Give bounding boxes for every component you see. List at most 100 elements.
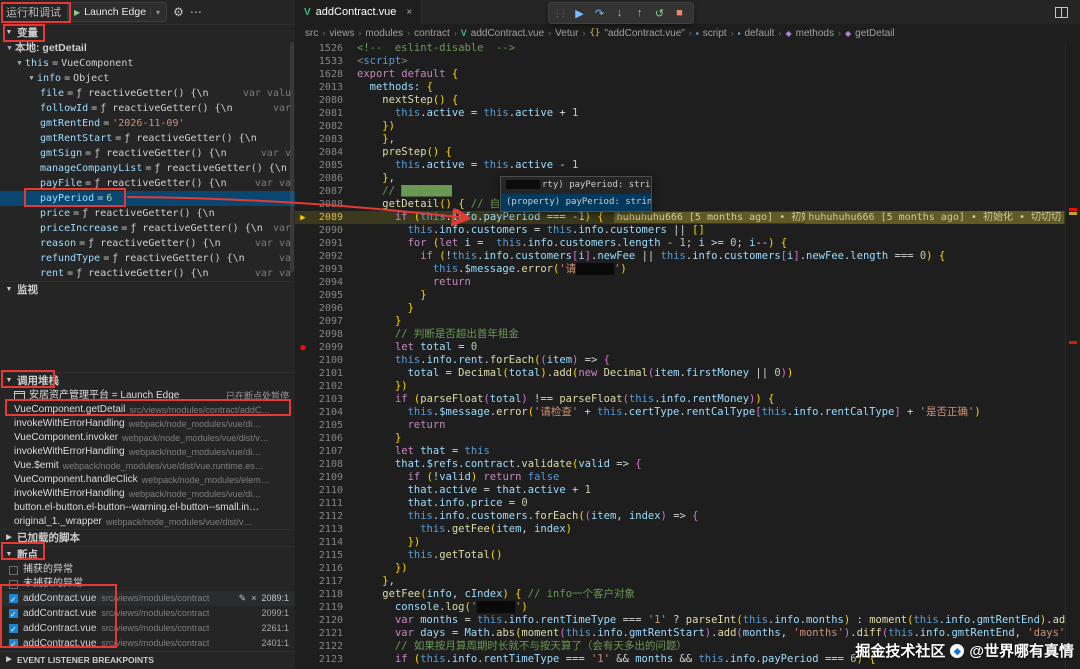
- code-line-2107[interactable]: 2107 let that = this: [295, 445, 1066, 458]
- code-text[interactable]: this.info.rent.forEach((item) => {: [343, 354, 1066, 367]
- edit-breakpoint-icon[interactable]: ✎: [239, 591, 247, 606]
- line-number[interactable]: 2121: [311, 627, 343, 640]
- glyph-margin[interactable]: [295, 185, 311, 198]
- section-event-listener-header[interactable]: ▶ EVENT LISTENER BREAKPOINTS: [0, 651, 295, 668]
- code-line-2100[interactable]: 2100 this.info.rent.forEach((item) => {: [295, 354, 1066, 367]
- callstack-frame[interactable]: invokeWithErrorHandlingwebpack/node_modu…: [0, 417, 295, 431]
- code-text[interactable]: total = Decimal(total).add(new Decimal(i…: [343, 367, 1066, 380]
- code-line-2097[interactable]: 2097 }: [295, 315, 1066, 328]
- section-variables-header[interactable]: ▼ 变量: [0, 24, 295, 41]
- code-text[interactable]: this.info.customers.forEach((item, index…: [343, 510, 1066, 523]
- glyph-margin[interactable]: [295, 510, 311, 523]
- line-number[interactable]: 2105: [311, 419, 343, 432]
- variable-row-gmtRentStart[interactable]: gmtRentStart=ƒ reactiveGetter() {\n: [0, 131, 295, 146]
- code-line-2086[interactable]: 2086 },: [295, 172, 1066, 185]
- variable-row[interactable]: ▼this=VueComponent: [0, 56, 295, 71]
- tooltip-row-selected[interactable]: (property) payPeriod: string: [501, 194, 651, 211]
- code-text[interactable]: },: [343, 133, 1066, 146]
- line-number[interactable]: 2090: [311, 224, 343, 237]
- code-line-2081[interactable]: 2081 this.active = this.active + 1: [295, 107, 1066, 120]
- glyph-margin[interactable]: [295, 536, 311, 549]
- line-number[interactable]: 2115: [311, 549, 343, 562]
- line-number[interactable]: 1526: [311, 42, 343, 55]
- line-number[interactable]: 2081: [311, 107, 343, 120]
- glyph-margin[interactable]: [295, 471, 311, 484]
- code-text[interactable]: }: [343, 289, 1066, 302]
- gear-icon[interactable]: ⚙: [173, 5, 184, 19]
- breakpoint-checkbox[interactable]: [9, 594, 18, 603]
- breadcrumb-item[interactable]: script: [703, 28, 727, 39]
- breadcrumb-item[interactable]: src: [305, 28, 318, 39]
- line-number[interactable]: 1628: [311, 68, 343, 81]
- breadcrumb-item[interactable]: addContract.vue: [471, 28, 544, 39]
- line-number[interactable]: 2116: [311, 562, 343, 575]
- glyph-margin[interactable]: [295, 575, 311, 588]
- code-text[interactable]: }: [343, 315, 1066, 328]
- code-line-2098[interactable]: 2098 // 判断是否超出首年租金: [295, 328, 1066, 341]
- glyph-margin[interactable]: [295, 107, 311, 120]
- callstack-frame[interactable]: invokeWithErrorHandlingwebpack/node_modu…: [0, 445, 295, 459]
- callstack-frame[interactable]: VueComponent.getDetailsrc/views/modules/…: [0, 403, 295, 417]
- code-line-2111[interactable]: 2111 that.info.price = 0: [295, 497, 1066, 510]
- code-text[interactable]: preStep() {: [343, 146, 1066, 159]
- code-text[interactable]: if (this.info.payPeriod === -1) {huhuhuh…: [343, 211, 1066, 224]
- breakpoint-checkbox[interactable]: [9, 624, 18, 633]
- glyph-margin[interactable]: [295, 276, 311, 289]
- callstack-frame[interactable]: original_1._wrapperwebpack/node_modules/…: [0, 515, 295, 529]
- code-line-2087[interactable]: 2087 // ████████: [295, 185, 1066, 198]
- code-line-2112[interactable]: 2112 this.info.customers.forEach((item, …: [295, 510, 1066, 523]
- step-over-icon[interactable]: ↷: [590, 7, 609, 20]
- glyph-margin[interactable]: [295, 120, 311, 133]
- tab-addcontract-vue[interactable]: V addContract.vue ×: [295, 0, 422, 24]
- glyph-margin[interactable]: [295, 419, 311, 432]
- chevron-down-icon[interactable]: ▼: [14, 56, 25, 71]
- code-line-2085[interactable]: 2085 this.active = this.active - 1: [295, 159, 1066, 172]
- stop-icon[interactable]: ■: [670, 7, 689, 19]
- glyph-margin[interactable]: [295, 328, 311, 341]
- code-line-2096[interactable]: 2096 }: [295, 302, 1066, 315]
- variable-row-gmtSign[interactable]: gmtSign=ƒ reactiveGetter() {\nvar v: [0, 146, 295, 161]
- code-line-2089[interactable]: ▶2089 if (this.info.payPeriod === -1) {h…: [295, 211, 1066, 224]
- callstack-frame[interactable]: VueComponent.handleClickwebpack/node_mod…: [0, 473, 295, 487]
- breakpoint-row[interactable]: addContract.vuesrc/views/modules/contrac…: [0, 621, 295, 636]
- variable-row-followId[interactable]: followId=ƒ reactiveGetter() {\nvar: [0, 101, 295, 116]
- glyph-margin[interactable]: [295, 484, 311, 497]
- code-line-2113[interactable]: 2113 this.getFee(item, index): [295, 523, 1066, 536]
- code-text[interactable]: // 判断是否超出首年租金: [343, 328, 1066, 341]
- line-number[interactable]: 2013: [311, 81, 343, 94]
- breadcrumb-item[interactable]: "addContract.vue": [604, 28, 684, 39]
- code-text[interactable]: }): [343, 380, 1066, 393]
- variable-row-reason[interactable]: reason=ƒ reactiveGetter() {\nvar va: [0, 236, 295, 251]
- line-number[interactable]: 2095: [311, 289, 343, 302]
- variable-row-file[interactable]: file=ƒ reactiveGetter() {\nvar valu: [0, 86, 295, 101]
- code-text[interactable]: <script>: [343, 55, 1066, 68]
- glyph-margin[interactable]: [295, 198, 311, 211]
- exception-breakpoint-row[interactable]: 捕获的异常: [0, 563, 295, 577]
- code-text[interactable]: this.$message.error('请检查' + this.certTyp…: [343, 406, 1066, 419]
- code-text[interactable]: getDetail() { // 自定义获取详情: [343, 198, 1066, 211]
- line-number[interactable]: 2082: [311, 120, 343, 133]
- code-text[interactable]: }: [343, 302, 1066, 315]
- code-line-1628[interactable]: 1628export default {: [295, 68, 1066, 81]
- line-number[interactable]: 2110: [311, 484, 343, 497]
- line-number[interactable]: 2093: [311, 263, 343, 276]
- code-text[interactable]: this.$message.error('请██████'): [343, 263, 1066, 276]
- line-number[interactable]: 2123: [311, 653, 343, 666]
- toolbar-drag-handle[interactable]: ⋮⋮: [553, 8, 565, 19]
- line-number[interactable]: 2084: [311, 146, 343, 159]
- line-number[interactable]: 2091: [311, 237, 343, 250]
- glyph-margin[interactable]: [295, 562, 311, 575]
- line-number[interactable]: 2094: [311, 276, 343, 289]
- line-number[interactable]: 2122: [311, 640, 343, 653]
- code-text[interactable]: let that = this: [343, 445, 1066, 458]
- code-line-1533[interactable]: 1533<script>: [295, 55, 1066, 68]
- code-line-2114[interactable]: 2114 }): [295, 536, 1066, 549]
- breakpoint-row[interactable]: addContract.vuesrc/views/modules/contrac…: [0, 606, 295, 621]
- glyph-margin[interactable]: [295, 94, 311, 107]
- code-line-2101[interactable]: 2101 total = Decimal(total).add(new Deci…: [295, 367, 1066, 380]
- glyph-margin[interactable]: [295, 146, 311, 159]
- code-line-2121[interactable]: 2121 var days = Math.abs(moment(this.inf…: [295, 627, 1066, 640]
- glyph-margin[interactable]: [295, 549, 311, 562]
- callstack-frame[interactable]: invokeWithErrorHandlingwebpack/node_modu…: [0, 487, 295, 501]
- code-text[interactable]: },: [343, 575, 1066, 588]
